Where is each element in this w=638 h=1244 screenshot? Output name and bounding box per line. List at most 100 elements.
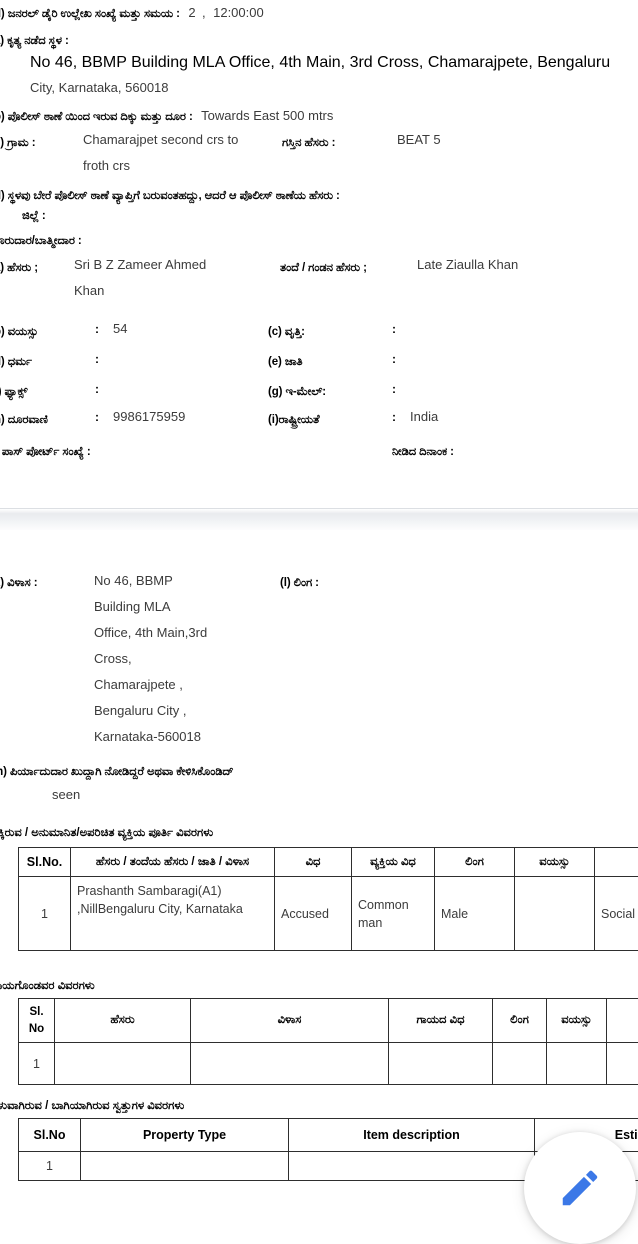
- place-of-occurrence-label: a) ಕೃತ್ಯ ನಡೆದ ಸ್ಥಳ :: [0, 35, 69, 47]
- cell-address: [191, 1043, 389, 1085]
- col-extra: ವ: [607, 999, 638, 1043]
- email-label-text: (g) ಇ-ಮೇಲ್:: [268, 386, 326, 398]
- col-address: ವಿಳಾಸ: [191, 999, 389, 1043]
- fax-label: f) ಫ್ಯಾಕ್ಸ್: [0, 382, 27, 400]
- cell-type: Accused: [275, 877, 352, 951]
- cell-age: [515, 877, 595, 951]
- col-type: ವಿಧ: [275, 848, 352, 877]
- injured-table-header-row: Sl. No ಹೆಸರು ವಿಳಾಸ ಗಾಯದ ವಿಧ ಲಿಂಗ ವಯಸ್ಸು …: [19, 999, 638, 1043]
- col-sl-no: Sl.No: [19, 1119, 81, 1152]
- religion-colon: :: [95, 352, 99, 366]
- other-police-station-label: d) ಸ್ಥಳವು ಬೇರೆ ಪೊಲೀಸ್ ಠಾಣೆ ವ್ಯಾಪ್ತಿಗೆ ಬರ…: [0, 186, 340, 204]
- seen-heard-value: seen: [52, 787, 80, 802]
- cell-sl-no: 1: [19, 1152, 81, 1181]
- email-colon: :: [392, 382, 396, 396]
- caste-label-text: (e) ಜಾತಿ: [268, 356, 303, 368]
- col-gender: ಲಿಂಗ: [493, 999, 547, 1043]
- nationality-colon: :: [392, 410, 396, 424]
- address-label-text: k) ವಿಳಾಸ :: [0, 577, 37, 589]
- col-sl-no: Sl.No.: [19, 848, 71, 877]
- village-label-text: c) ಗ್ರಾಮ :: [0, 137, 35, 149]
- complainant-name-line2: Khan: [74, 283, 104, 298]
- accused-table-header-row: Sl.No. ಹೆಸರು / ತಂದೆಯ ಹೆಸರು / ಜಾತಿ / ವಿಳಾ…: [19, 848, 638, 877]
- address-line-3: Office, 4th Main,3rd: [94, 625, 207, 640]
- address-line-1: No 46, BBMP: [94, 573, 173, 588]
- issue-date-label-text: ನೀಡಿದ ದಿನಾಂಕ :: [392, 446, 454, 458]
- col-name: ಹೆಸರು: [55, 999, 191, 1043]
- complainant-name-label: a) ಹೆಸರು ;: [0, 258, 38, 276]
- injured-table: Sl. No ಹೆಸರು ವಿಳಾಸ ಗಾಯದ ವಿಧ ಲಿಂಗ ವಯಸ್ಸು …: [18, 998, 638, 1085]
- col-occupation: ವೃತ್ತಿ: [595, 848, 638, 877]
- cell-person-type: Common man: [352, 877, 435, 951]
- complainant-name-line1: Sri B Z Zameer Ahmed: [74, 257, 206, 272]
- address-line-5: Chamarajpete ,: [94, 677, 183, 692]
- father-husband-label: ತಂದೆ / ಗಂಡನ ಹೆಸರು ;: [280, 258, 367, 276]
- cell-sl-no: 1: [19, 1043, 55, 1085]
- fax-colon: :: [95, 382, 99, 396]
- document-page-1: d) ಜನರಲ್ ಡೈರಿ ಉಲ್ಲೇಖ ಸಂಖ್ಯೆ ಮತ್ತು ಸಮಯ : …: [0, 0, 638, 508]
- nationality-value: India: [410, 409, 438, 424]
- complainant-heading-text: ದೂರುದಾರ/ಬಾತ್ಮೀದಾರ :: [0, 235, 82, 247]
- religion-label-text: d) ಧರ್ಮ: [0, 356, 32, 368]
- phone-colon: :: [95, 410, 99, 424]
- religion-label: d) ಧರ್ಮ: [0, 352, 32, 370]
- cell-gender: [493, 1043, 547, 1085]
- nationality-label: (i)ರಾಷ್ಟ್ರೀಯತೆ: [268, 410, 319, 428]
- place-of-occurrence-line2: City, Karnataka, 560018: [30, 80, 169, 95]
- cell-age: [547, 1043, 607, 1085]
- col-property-type: Property Type: [81, 1119, 289, 1152]
- col-person-type: ವ್ಯಕ್ತಿಯ ವಿಧ: [352, 848, 435, 877]
- cell-property-type: [81, 1152, 289, 1181]
- beat-label-text: ಗಸ್ತಿನ ಹೆಸರು :: [282, 137, 335, 149]
- property-table-heading: ಕಳುವಾಗಿರುವ / ಬಾಗಿಯಾಗಿರುವ ಸ್ವತ್ತುಗಳ ವಿವರಗ…: [0, 1100, 184, 1113]
- direction-distance-row: b) ಪೊಲೀಸ್ ಠಾಣೆ ಯಿಂದ ಇರುವ ದಿಕ್ಕು ಮತ್ತು ದೂ…: [0, 107, 333, 125]
- direction-distance-label: b) ಪೊಲೀಸ್ ಠಾಣೆ ಯಿಂದ ಇರುವ ದಿಕ್ಕು ಮತ್ತು ದೂ…: [0, 111, 193, 123]
- table-row: 1: [19, 1043, 638, 1085]
- edit-fab-button[interactable]: [524, 1132, 636, 1244]
- document-page-2: k) ವಿಳಾಸ : No 46, BBMP Building MLA Offi…: [0, 530, 638, 1187]
- accused-table-scroll-container[interactable]: Sl.No. ಹೆಸರು / ತಂದೆಯ ಹೆಸರು / ಜಾತಿ / ವಿಳಾ…: [18, 847, 638, 951]
- place-of-occurrence-label-row: a) ಕೃತ್ಯ ನಡೆದ ಸ್ಥಳ :: [0, 31, 69, 49]
- nationality-label-text: (i)ರಾಷ್ಟ್ರೀಯತೆ: [268, 414, 319, 426]
- address-line-2: Building MLA: [94, 599, 171, 614]
- father-husband-label-text: ತಂದೆ / ಗಂಡನ ಹೆಸರು ;: [280, 262, 367, 274]
- gender-label: (l) ಲಿಂಗ :: [280, 573, 319, 591]
- cell-item-description: [289, 1152, 535, 1181]
- place-of-occurrence-line1: No 46, BBMP Building MLA Office, 4th Mai…: [30, 54, 610, 72]
- age-value: 54: [113, 321, 127, 336]
- caste-colon: :: [392, 352, 396, 366]
- occupation-label: (c) ವೃತ್ತಿ:: [268, 322, 305, 340]
- phone-value: 9986175959: [113, 409, 185, 424]
- col-injury-type: ಗಾಯದ ವಿಧ: [389, 999, 493, 1043]
- cell-name-father-caste-address: Prashanth Sambaragi(A1) ,NillBengaluru C…: [71, 877, 275, 951]
- age-colon: :: [95, 322, 99, 336]
- table-row: 1 Prashanth Sambaragi(A1) ,NillBengaluru…: [19, 877, 638, 951]
- address-label: k) ವಿಳಾಸ :: [0, 573, 37, 591]
- phone-label: h) ದೂರವಾಣಿ: [0, 410, 48, 428]
- general-diary-row: d) ಜನರಲ್ ಡೈರಿ ಉಲ್ಲೇಖ ಸಂಖ್ಯೆ ಮತ್ತು ಸಮಯ : …: [0, 4, 264, 22]
- page-break-separator: [0, 508, 638, 532]
- address-line-4: Cross,: [94, 651, 132, 666]
- issue-date-label: ನೀಡಿದ ದಿನಾಂಕ :: [392, 442, 454, 460]
- complainant-heading: ದೂರುದಾರ/ಬಾತ್ಮೀದಾರ :: [0, 231, 82, 249]
- injured-table-scroll-container[interactable]: Sl. No ಹೆಸರು ವಿಳಾಸ ಗಾಯದ ವಿಧ ಲಿಂಗ ವಯಸ್ಸು …: [18, 998, 638, 1085]
- cell-extra: [607, 1043, 638, 1085]
- cell-sl-no: 1: [19, 877, 71, 951]
- father-husband-value: Late Ziaulla Khan: [417, 257, 518, 272]
- general-diary-time: 12:00:00: [213, 5, 264, 20]
- col-name-father-caste-address: ಹೆಸರು / ತಂದೆಯ ಹೆಸರು / ಜಾತಿ / ವಿಳಾಸ: [71, 848, 275, 877]
- district-label: ಜಿಲ್ಲೆ :: [22, 206, 46, 224]
- general-diary-separator: ,: [202, 5, 206, 20]
- age-label-text: b) ವಯಸ್ಸು: [0, 326, 38, 338]
- occupation-label-text: (c) ವೃತ್ತಿ:: [268, 326, 305, 338]
- cell-gender: Male: [435, 877, 515, 951]
- fax-label-text: f) ಫ್ಯಾಕ್ಸ್: [0, 386, 27, 398]
- village-value-line1: Chamarajpet second crs to: [83, 132, 238, 147]
- accused-table-heading: ಸಿಕ್ಕಿರುವ / ಅನುಮಾನಿತ/ಅಪರಿಚಿತ ವ್ಯಕ್ತಿಯ ಪೂ…: [0, 827, 213, 840]
- accused-table: Sl.No. ಹೆಸರು / ತಂದೆಯ ಹೆಸರು / ಜಾತಿ / ವಿಳಾ…: [18, 847, 638, 951]
- injured-table-heading: ಗಾಯಗೊಂಡವರ ವಿವರಗಳು: [0, 980, 95, 993]
- other-police-station-label-text: d) ಸ್ಥಳವು ಬೇರೆ ಪೊಲೀಸ್ ಠಾಣೆ ವ್ಯಾಪ್ತಿಗೆ ಬರ…: [0, 190, 340, 202]
- seen-heard-label: m) ಪಿರ್ಯಾದುದಾರ ಖುದ್ದಾಗಿ ನೋಡಿದ್ದರೆ ಅಥವಾ ಕ…: [0, 762, 233, 780]
- col-age: ವಯಸ್ಸು: [515, 848, 595, 877]
- beat-value: BEAT 5: [397, 132, 441, 147]
